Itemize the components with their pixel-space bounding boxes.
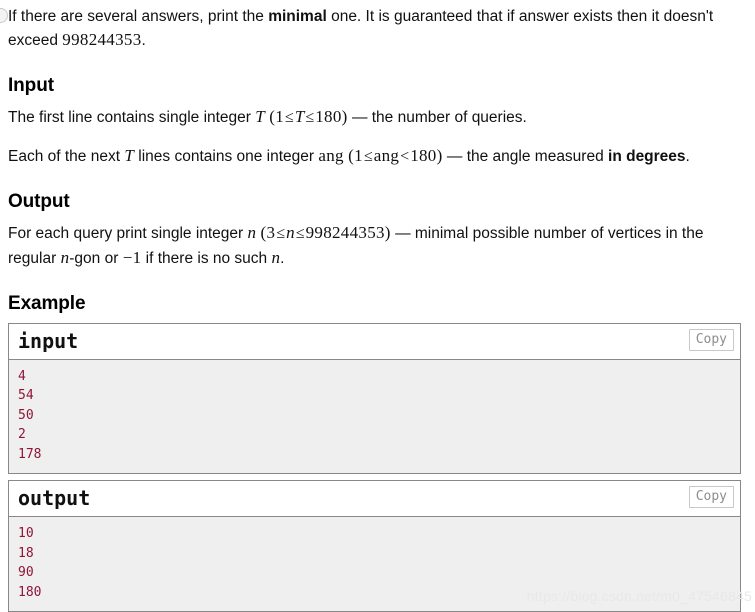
bullet-marker-icon [0, 8, 8, 23]
input-line1-paren-close: ) [341, 106, 348, 126]
sample-input-header: input Copy [9, 323, 740, 360]
output-line1-text-c: -gon or [69, 249, 123, 267]
input-line2-lower-bound: 1 [354, 145, 363, 165]
note-paragraph-block: If there are several answers, print the … [8, 0, 741, 52]
input-line1-text-a: The first line contains single integer [8, 108, 256, 126]
heading-input: Input [8, 75, 54, 97]
input-line2-ang: ang [318, 145, 344, 165]
input-line2-lt: < [400, 147, 410, 165]
input-line2-text-c: the angle measured [462, 147, 609, 165]
output-line1-le-2: ≤ [295, 225, 305, 243]
output-line1-minus-one: −1 [122, 247, 142, 267]
input-line2-paren-close: ) [436, 145, 443, 165]
input-line2-bold-degrees: in degrees [608, 147, 686, 165]
input-line2-ang-2: ang [373, 145, 400, 165]
heading-example: Example [8, 292, 86, 314]
output-line1-lower-bound: 3 [266, 223, 276, 243]
output-paragraph-1: For each query print single integer n (3… [8, 221, 741, 270]
note-number: 998244353 [62, 30, 142, 49]
heading-output: Output [8, 191, 70, 213]
sample-input-body: 4 54 50 2 178 [9, 359, 740, 474]
input-line2-text-a: Each of the next [8, 147, 125, 165]
output-line1-text-e: . [280, 249, 285, 267]
output-line1-var-n-4: n [271, 247, 281, 267]
output-line1-var-n-3: n [60, 247, 70, 267]
output-line1-var-n: n [247, 223, 257, 243]
problem-statement-page: If there are several answers, print the … [0, 0, 755, 612]
output-line1-var-n-2: n [286, 223, 295, 243]
sample-input-content[interactable]: 4 54 50 2 178 [18, 367, 731, 465]
input-line1-text-b: the number of queries. [367, 108, 527, 126]
sample-output-header: output Copy [9, 481, 740, 518]
input-line1-var-T: T [255, 106, 265, 126]
input-line1-le-2: ≤ [305, 108, 315, 126]
output-line1-text-a: For each query print single integer [8, 225, 248, 243]
output-line1-dash: — [395, 225, 411, 243]
sample-test-input: input Copy 4 54 50 2 178 [8, 322, 741, 475]
input-line1-dash: — [351, 108, 368, 126]
input-paragraph-1: The first line contains single integer T… [8, 105, 741, 130]
output-line1-le-1: ≤ [276, 225, 286, 243]
input-paragraph-2: Each of the next T lines contains one in… [8, 144, 741, 169]
output-line1-text-d: if there is no such [141, 249, 272, 267]
copy-input-button[interactable]: Copy [688, 328, 734, 351]
input-line1-upper-bound: 180 [315, 106, 342, 126]
input-line2-dash: — [446, 147, 463, 165]
note-text-c: . [141, 32, 146, 49]
output-line1-paren-close: ) [384, 223, 391, 243]
input-line2-text-d: . [685, 147, 690, 165]
input-line2-upper-bound: 180 [410, 145, 437, 165]
input-line2-var-T: T [124, 145, 134, 165]
note-paragraph: If there are several answers, print the … [8, 6, 741, 52]
copy-output-button[interactable]: Copy [688, 486, 734, 509]
input-line1-lower-bound: 1 [275, 106, 285, 126]
sample-output-title: output [18, 486, 91, 511]
watermark-text: https://blog.csdn.net/m0_47546845 [526, 588, 752, 604]
output-line1-upper-bound: 998244353 [305, 223, 385, 243]
input-line2-le: ≤ [363, 147, 373, 165]
input-line1-le-1: ≤ [285, 108, 294, 126]
note-bold-minimal: minimal [268, 8, 327, 25]
note-text-a: If there are several answers, print the [8, 8, 269, 25]
input-line2-text-b: lines contains one integer [133, 147, 319, 165]
sample-input-title: input [18, 328, 79, 353]
